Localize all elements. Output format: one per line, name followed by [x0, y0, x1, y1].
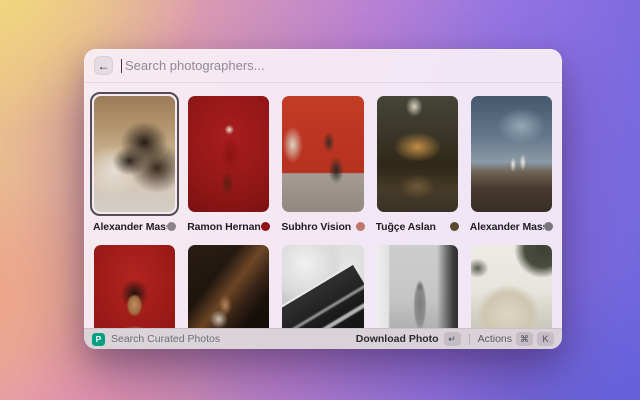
- photo-image: [282, 245, 363, 328]
- photographer-name: Alexander Mass: [93, 221, 167, 233]
- photo-caption: Alexander Mass: [470, 220, 553, 233]
- photo-grid: Alexander Mass Ramon Hernandez Subhro Vi…: [84, 83, 562, 328]
- photo-grid-row-1: Alexander Mass Ramon Hernandez Subhro Vi…: [89, 92, 557, 233]
- photo-thumbnail[interactable]: [184, 92, 273, 216]
- photo-image: [94, 96, 175, 212]
- search-field-wrap: [121, 56, 552, 76]
- photo-thumbnail[interactable]: [467, 241, 556, 328]
- photo-image: [188, 245, 269, 328]
- photo-image: [282, 96, 363, 212]
- command-key-icon: ⌘: [516, 332, 533, 346]
- photographer-name: Ramon Hernandez: [187, 221, 261, 233]
- actions-button[interactable]: Actions ⌘ K: [478, 332, 554, 346]
- photo-image: [377, 96, 458, 212]
- download-photo-label: Download Photo: [356, 333, 439, 345]
- photographer-name: Subhro Vision: [281, 221, 351, 233]
- photographer-name: Alexander Mass: [470, 221, 544, 233]
- avg-color-dot: [544, 222, 553, 231]
- photo-thumbnail[interactable]: [278, 92, 367, 216]
- photo-image: [471, 245, 552, 328]
- photo-image: [377, 245, 458, 328]
- photo-cell: [184, 241, 273, 328]
- photo-thumbnail[interactable]: [373, 241, 462, 328]
- photo-cell: Alexander Mass: [467, 92, 556, 233]
- search-input[interactable]: [122, 56, 552, 76]
- photo-image: [471, 96, 552, 212]
- action-bar: P Search Curated Photos Download Photo ↵…: [84, 328, 562, 349]
- k-key-icon: K: [537, 332, 554, 346]
- enter-key-icon: ↵: [444, 332, 461, 346]
- photo-cell: [278, 241, 367, 328]
- avg-color-dot: [167, 222, 176, 231]
- photo-cell: [90, 241, 179, 328]
- search-header: ←: [84, 49, 562, 83]
- photo-caption: Subhro Vision: [281, 220, 364, 233]
- avg-color-dot: [356, 222, 365, 231]
- footer-divider: [469, 334, 470, 345]
- photo-cell: Ramon Hernandez: [184, 92, 273, 233]
- download-photo-button[interactable]: Download Photo ↵: [356, 332, 461, 346]
- photo-cell: Alexander Mass: [90, 92, 179, 233]
- photo-thumbnail[interactable]: [373, 92, 462, 216]
- avg-color-dot: [261, 222, 270, 231]
- back-button[interactable]: ←: [94, 56, 113, 75]
- actions-label: Actions: [478, 333, 512, 345]
- photo-cell: [467, 241, 556, 328]
- photo-cell: Tuğçe Aslan: [373, 92, 462, 233]
- avg-color-dot: [450, 222, 459, 231]
- back-arrow-icon: ←: [98, 60, 110, 72]
- photo-thumbnail[interactable]: [184, 241, 273, 328]
- photo-cell: Subhro Vision: [278, 92, 367, 233]
- photo-thumbnail[interactable]: [278, 241, 367, 328]
- photo-caption: Ramon Hernandez: [187, 220, 270, 233]
- raycast-window: ← Alexander Mass Ramon Hernandez: [84, 49, 562, 349]
- photo-caption: Tuğçe Aslan: [376, 220, 459, 233]
- photo-thumbnail-selected[interactable]: [90, 92, 179, 216]
- photo-image: [188, 96, 269, 212]
- photo-thumbnail[interactable]: [90, 241, 179, 328]
- photo-grid-row-2: [89, 241, 557, 328]
- photo-caption: Alexander Mass: [93, 220, 176, 233]
- photo-image: [94, 245, 175, 328]
- photographer-name: Tuğçe Aslan: [376, 221, 436, 233]
- command-title: Search Curated Photos: [111, 333, 220, 345]
- photo-cell: [373, 241, 462, 328]
- pexels-logo-icon: P: [92, 333, 105, 346]
- photo-thumbnail[interactable]: [467, 92, 556, 216]
